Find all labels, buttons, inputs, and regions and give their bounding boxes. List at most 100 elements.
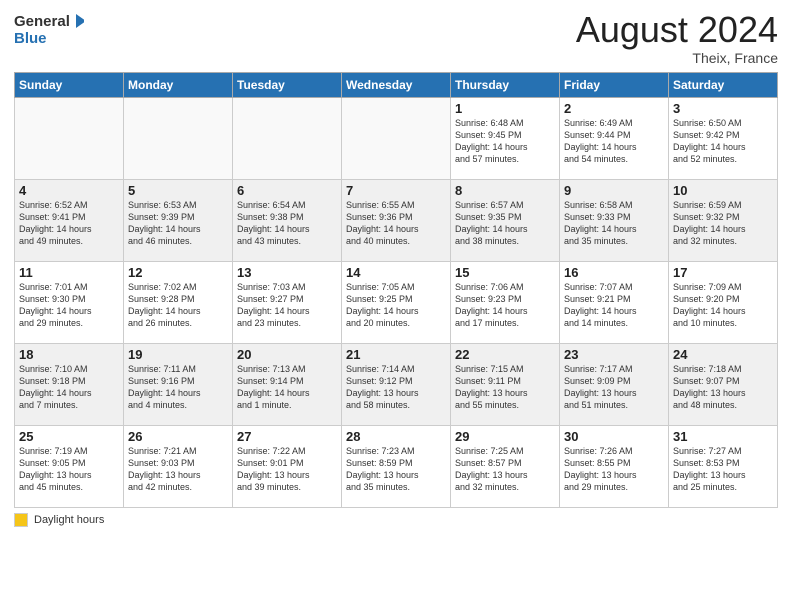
day-info: Sunrise: 7:07 AMSunset: 9:21 PMDaylight:… <box>564 281 664 330</box>
day-number: 27 <box>237 429 337 444</box>
day-number: 4 <box>19 183 119 198</box>
day-info: Sunrise: 6:54 AMSunset: 9:38 PMDaylight:… <box>237 199 337 248</box>
table-row: 2Sunrise: 6:49 AMSunset: 9:44 PMDaylight… <box>560 97 669 179</box>
table-row: 3Sunrise: 6:50 AMSunset: 9:42 PMDaylight… <box>669 97 778 179</box>
table-row <box>124 97 233 179</box>
table-row: 30Sunrise: 7:26 AMSunset: 8:55 PMDayligh… <box>560 425 669 507</box>
day-info: Sunrise: 7:17 AMSunset: 9:09 PMDaylight:… <box>564 363 664 412</box>
day-number: 21 <box>346 347 446 362</box>
table-row: 9Sunrise: 6:58 AMSunset: 9:33 PMDaylight… <box>560 179 669 261</box>
table-row: 11Sunrise: 7:01 AMSunset: 9:30 PMDayligh… <box>15 261 124 343</box>
table-row: 6Sunrise: 6:54 AMSunset: 9:38 PMDaylight… <box>233 179 342 261</box>
day-number: 15 <box>455 265 555 280</box>
table-row: 7Sunrise: 6:55 AMSunset: 9:36 PMDaylight… <box>342 179 451 261</box>
table-row: 23Sunrise: 7:17 AMSunset: 9:09 PMDayligh… <box>560 343 669 425</box>
day-info: Sunrise: 7:18 AMSunset: 9:07 PMDaylight:… <box>673 363 773 412</box>
title-block: August 2024 Theix, France <box>576 10 778 66</box>
table-row <box>15 97 124 179</box>
day-number: 17 <box>673 265 773 280</box>
day-info: Sunrise: 7:26 AMSunset: 8:55 PMDaylight:… <box>564 445 664 494</box>
table-row: 24Sunrise: 7:18 AMSunset: 9:07 PMDayligh… <box>669 343 778 425</box>
day-number: 12 <box>128 265 228 280</box>
day-info: Sunrise: 7:02 AMSunset: 9:28 PMDaylight:… <box>128 281 228 330</box>
day-number: 6 <box>237 183 337 198</box>
calendar-week-row: 1Sunrise: 6:48 AMSunset: 9:45 PMDaylight… <box>15 97 778 179</box>
day-number: 1 <box>455 101 555 116</box>
day-number: 14 <box>346 265 446 280</box>
day-info: Sunrise: 7:27 AMSunset: 8:53 PMDaylight:… <box>673 445 773 494</box>
day-number: 13 <box>237 265 337 280</box>
table-row: 25Sunrise: 7:19 AMSunset: 9:05 PMDayligh… <box>15 425 124 507</box>
day-info: Sunrise: 7:23 AMSunset: 8:59 PMDaylight:… <box>346 445 446 494</box>
svg-text:General: General <box>14 13 70 30</box>
location-text: Theix, France <box>576 50 778 66</box>
table-row: 18Sunrise: 7:10 AMSunset: 9:18 PMDayligh… <box>15 343 124 425</box>
day-info: Sunrise: 6:53 AMSunset: 9:39 PMDaylight:… <box>128 199 228 248</box>
day-number: 25 <box>19 429 119 444</box>
day-number: 5 <box>128 183 228 198</box>
table-row: 15Sunrise: 7:06 AMSunset: 9:23 PMDayligh… <box>451 261 560 343</box>
table-row: 20Sunrise: 7:13 AMSunset: 9:14 PMDayligh… <box>233 343 342 425</box>
day-number: 23 <box>564 347 664 362</box>
day-info: Sunrise: 7:06 AMSunset: 9:23 PMDaylight:… <box>455 281 555 330</box>
calendar-week-row: 18Sunrise: 7:10 AMSunset: 9:18 PMDayligh… <box>15 343 778 425</box>
day-info: Sunrise: 6:50 AMSunset: 9:42 PMDaylight:… <box>673 117 773 166</box>
day-info: Sunrise: 6:49 AMSunset: 9:44 PMDaylight:… <box>564 117 664 166</box>
day-number: 29 <box>455 429 555 444</box>
table-row: 16Sunrise: 7:07 AMSunset: 9:21 PMDayligh… <box>560 261 669 343</box>
day-number: 24 <box>673 347 773 362</box>
calendar-week-row: 11Sunrise: 7:01 AMSunset: 9:30 PMDayligh… <box>15 261 778 343</box>
day-info: Sunrise: 7:13 AMSunset: 9:14 PMDaylight:… <box>237 363 337 412</box>
day-info: Sunrise: 7:05 AMSunset: 9:25 PMDaylight:… <box>346 281 446 330</box>
table-row: 27Sunrise: 7:22 AMSunset: 9:01 PMDayligh… <box>233 425 342 507</box>
table-row: 21Sunrise: 7:14 AMSunset: 9:12 PMDayligh… <box>342 343 451 425</box>
table-row: 28Sunrise: 7:23 AMSunset: 8:59 PMDayligh… <box>342 425 451 507</box>
day-number: 30 <box>564 429 664 444</box>
table-row: 8Sunrise: 6:57 AMSunset: 9:35 PMDaylight… <box>451 179 560 261</box>
table-row <box>342 97 451 179</box>
day-number: 19 <box>128 347 228 362</box>
table-row: 1Sunrise: 6:48 AMSunset: 9:45 PMDaylight… <box>451 97 560 179</box>
main-container: General Blue August 2024 Theix, France S… <box>0 0 792 535</box>
day-info: Sunrise: 7:15 AMSunset: 9:11 PMDaylight:… <box>455 363 555 412</box>
day-number: 10 <box>673 183 773 198</box>
day-info: Sunrise: 6:57 AMSunset: 9:35 PMDaylight:… <box>455 199 555 248</box>
header-sunday: Sunday <box>15 72 124 97</box>
legend-color-box <box>14 513 28 527</box>
day-info: Sunrise: 7:14 AMSunset: 9:12 PMDaylight:… <box>346 363 446 412</box>
header: General Blue August 2024 Theix, France <box>14 10 778 66</box>
calendar-week-row: 25Sunrise: 7:19 AMSunset: 9:05 PMDayligh… <box>15 425 778 507</box>
day-number: 11 <box>19 265 119 280</box>
table-row: 26Sunrise: 7:21 AMSunset: 9:03 PMDayligh… <box>124 425 233 507</box>
header-friday: Friday <box>560 72 669 97</box>
table-row <box>233 97 342 179</box>
legend-label: Daylight hours <box>34 514 104 526</box>
day-number: 26 <box>128 429 228 444</box>
day-number: 22 <box>455 347 555 362</box>
calendar-week-row: 4Sunrise: 6:52 AMSunset: 9:41 PMDaylight… <box>15 179 778 261</box>
day-number: 7 <box>346 183 446 198</box>
day-number: 3 <box>673 101 773 116</box>
table-row: 12Sunrise: 7:02 AMSunset: 9:28 PMDayligh… <box>124 261 233 343</box>
header-thursday: Thursday <box>451 72 560 97</box>
day-info: Sunrise: 7:19 AMSunset: 9:05 PMDaylight:… <box>19 445 119 494</box>
day-info: Sunrise: 7:22 AMSunset: 9:01 PMDaylight:… <box>237 445 337 494</box>
day-info: Sunrise: 6:55 AMSunset: 9:36 PMDaylight:… <box>346 199 446 248</box>
month-year-title: August 2024 <box>576 10 778 50</box>
day-info: Sunrise: 7:21 AMSunset: 9:03 PMDaylight:… <box>128 445 228 494</box>
header-saturday: Saturday <box>669 72 778 97</box>
day-info: Sunrise: 6:58 AMSunset: 9:33 PMDaylight:… <box>564 199 664 248</box>
day-number: 2 <box>564 101 664 116</box>
table-row: 29Sunrise: 7:25 AMSunset: 8:57 PMDayligh… <box>451 425 560 507</box>
table-row: 14Sunrise: 7:05 AMSunset: 9:25 PMDayligh… <box>342 261 451 343</box>
table-row: 31Sunrise: 7:27 AMSunset: 8:53 PMDayligh… <box>669 425 778 507</box>
day-number: 16 <box>564 265 664 280</box>
calendar-table: Sunday Monday Tuesday Wednesday Thursday… <box>14 72 778 508</box>
day-info: Sunrise: 6:48 AMSunset: 9:45 PMDaylight:… <box>455 117 555 166</box>
table-row: 5Sunrise: 6:53 AMSunset: 9:39 PMDaylight… <box>124 179 233 261</box>
table-row: 4Sunrise: 6:52 AMSunset: 9:41 PMDaylight… <box>15 179 124 261</box>
header-monday: Monday <box>124 72 233 97</box>
day-number: 18 <box>19 347 119 362</box>
day-info: Sunrise: 7:01 AMSunset: 9:30 PMDaylight:… <box>19 281 119 330</box>
logo: General Blue <box>14 10 84 48</box>
